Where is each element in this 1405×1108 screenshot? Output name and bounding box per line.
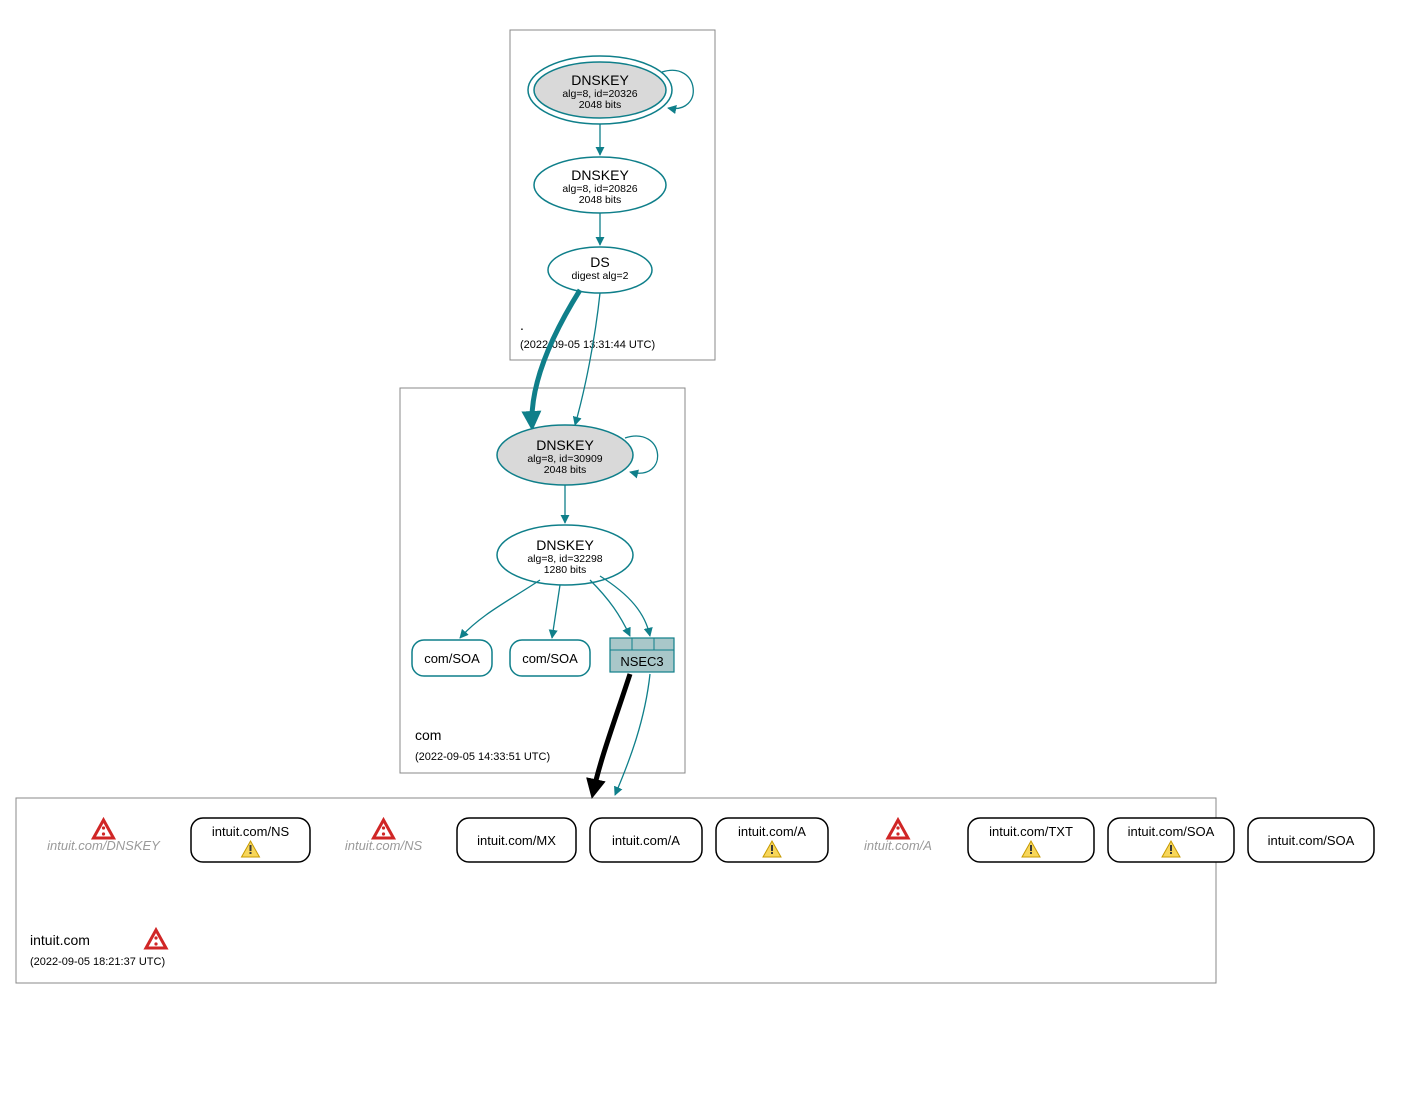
node-com-nsec3-label: NSEC3 [620,654,663,669]
record-8: intuit.com/SOA [1108,818,1234,862]
node-com-soa-1-label: com/SOA [424,651,480,666]
node-com-zsk-bits: 1280 bits [544,564,587,576]
zone-com-label: com [415,727,441,743]
record-4-label: intuit.com/A [612,833,680,848]
edge-com-zsk-nsec3-a [590,580,630,636]
node-com-soa-2: com/SOA [510,640,590,676]
edge-ds-comksk-bold [532,290,580,425]
record-0: intuit.com/DNSKEY [47,820,161,853]
zone-target-timestamp: (2022-09-05 18:21:37 UTC) [30,956,165,968]
node-com-nsec3: NSEC3 [610,638,674,672]
zone-target-error-icon [146,930,166,948]
error-icon [888,820,908,838]
node-root-ksk: DNSKEY alg=8, id=20326 2048 bits [528,56,672,124]
record-9: intuit.com/SOA [1248,818,1374,862]
record-6-label: intuit.com/A [864,838,932,853]
record-8-label: intuit.com/SOA [1128,824,1215,839]
node-root-ds: DS digest alg=2 [548,247,652,293]
zone-root: . (2022-09-05 13:31:44 UTC) DNSKEY alg=8… [510,30,715,360]
node-root-zsk-title: DNSKEY [571,167,629,183]
record-0-label: intuit.com/DNSKEY [47,838,161,853]
record-9-label: intuit.com/SOA [1268,833,1355,848]
node-com-zsk-title: DNSKEY [536,537,594,553]
target-records-row: intuit.com/DNSKEY intuit.com/NS intuit.com… [47,818,1374,862]
record-1-label: intuit.com/NS [212,824,290,839]
error-icon [94,820,114,838]
edge-com-zsk-soa2 [552,585,560,638]
zone-com-timestamp: (2022-09-05 14:33:51 UTC) [415,751,550,763]
node-root-ksk-bits: 2048 bits [579,99,622,111]
record-4: intuit.com/A [590,818,702,862]
node-root-ds-alg: digest alg=2 [572,270,629,282]
node-root-ds-title: DS [590,254,609,270]
node-com-ksk-bits: 2048 bits [544,464,587,476]
record-5-label: intuit.com/A [738,824,806,839]
edge-nsec3-target-black [593,674,630,793]
edge-nsec3-target-teal [615,674,650,795]
record-6: intuit.com/A [864,820,932,853]
zone-target-label: intuit.com [30,932,90,948]
edge-com-zsk-soa1 [460,580,540,638]
record-5: intuit.com/A [716,818,828,862]
zone-com: com (2022-09-05 14:33:51 UTC) DNSKEY alg… [400,290,685,773]
record-7: intuit.com/TXT [968,818,1094,862]
record-7-label: intuit.com/TXT [989,824,1073,839]
record-1: intuit.com/NS [191,818,310,862]
edge-ds-comksk-thin [575,293,600,425]
dnssec-chain-diagram: . (2022-09-05 13:31:44 UTC) DNSKEY alg=8… [0,0,1405,1108]
record-3: intuit.com/MX [457,818,576,862]
node-root-ksk-title: DNSKEY [571,72,629,88]
node-com-soa-2-label: com/SOA [522,651,578,666]
error-icon [374,820,394,838]
node-com-zsk: DNSKEY alg=8, id=32298 1280 bits [497,525,633,585]
record-3-label: intuit.com/MX [477,833,556,848]
node-com-ksk-title: DNSKEY [536,437,594,453]
zone-root-label: . [520,317,524,333]
record-2: intuit.com/NS [345,820,423,853]
node-root-zsk-bits: 2048 bits [579,194,622,206]
zone-root-timestamp: (2022-09-05 13:31:44 UTC) [520,339,655,351]
record-2-label: intuit.com/NS [345,838,423,853]
node-com-ksk: DNSKEY alg=8, id=30909 2048 bits [497,425,633,485]
node-root-zsk: DNSKEY alg=8, id=20826 2048 bits [534,157,666,213]
node-com-soa-1: com/SOA [412,640,492,676]
zone-target: intuit.com (2022-09-05 18:21:37 UTC) int… [16,674,1374,983]
